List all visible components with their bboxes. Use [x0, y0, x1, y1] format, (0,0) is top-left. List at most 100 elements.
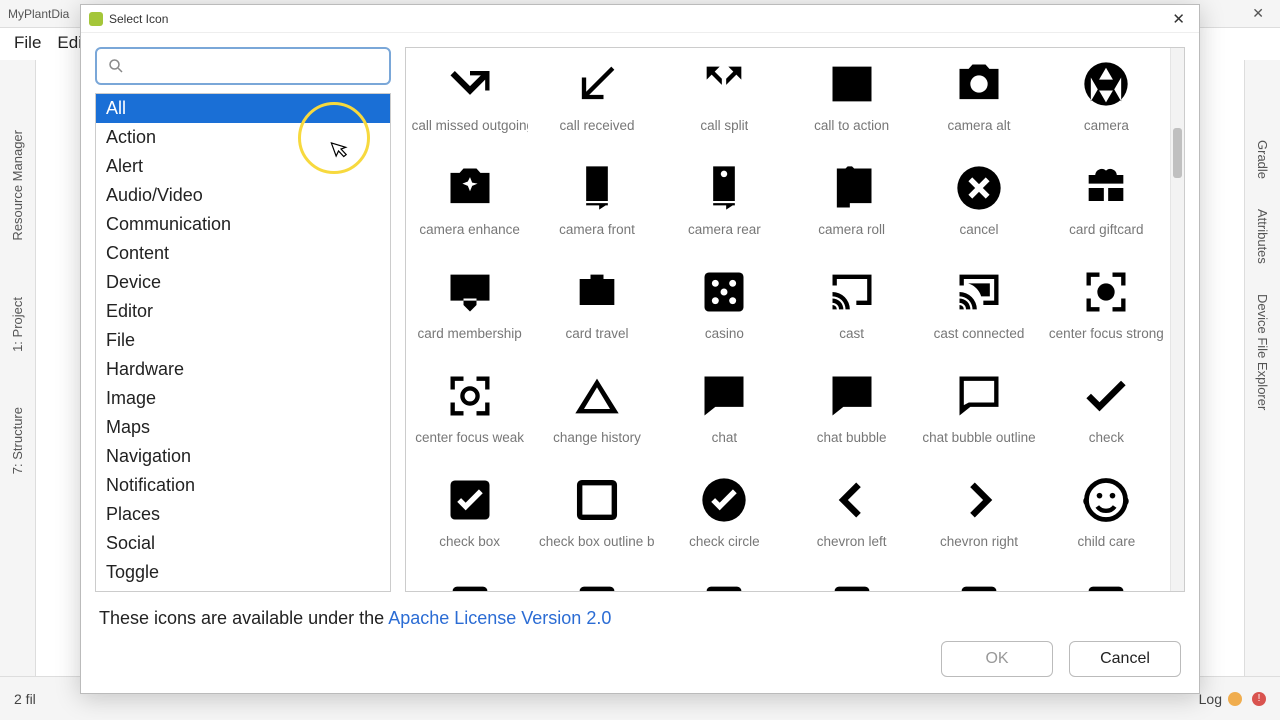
right-tab-device-explorer[interactable]: Device File Explorer: [1255, 294, 1270, 410]
icon-option-check-circle[interactable]: check circle: [661, 466, 788, 570]
category-item-maps[interactable]: Maps: [96, 413, 390, 442]
icon-option-partial[interactable]: [533, 570, 660, 591]
icon-option-card-giftcard[interactable]: card giftcard: [1043, 154, 1170, 258]
category-item-communication[interactable]: Communication: [96, 210, 390, 239]
camera-alt-icon: [949, 54, 1009, 114]
icon-option-cast[interactable]: cast: [788, 258, 915, 362]
icon-option-camera-alt[interactable]: camera alt: [915, 50, 1042, 154]
icon-option-camera-front[interactable]: camera front: [533, 154, 660, 258]
icon-option-casino[interactable]: casino: [661, 258, 788, 362]
icon-label: call split: [700, 118, 748, 133]
category-item-all[interactable]: All: [96, 94, 390, 123]
icon-option-change-history[interactable]: change history: [533, 362, 660, 466]
icon-label: chevron left: [817, 534, 887, 549]
partial-icon: [694, 574, 754, 591]
icon-grid-container: call missed outgoingcall received call sp…: [405, 47, 1185, 592]
category-item-places[interactable]: Places: [96, 500, 390, 529]
icon-option-camera-rear[interactable]: camera rear: [661, 154, 788, 258]
scrollbar-thumb[interactable]: [1173, 128, 1182, 178]
icon-grid[interactable]: call missed outgoingcall received call sp…: [406, 48, 1170, 591]
icon-option-camera[interactable]: camera: [1043, 50, 1170, 154]
status-log[interactable]: Log: [1199, 691, 1222, 707]
license-text: These icons are available under the Apac…: [81, 598, 1199, 635]
android-icon: [89, 12, 103, 26]
icon-option-partial[interactable]: [406, 570, 533, 591]
right-tab-gradle[interactable]: Gradle: [1255, 140, 1270, 179]
icon-option-child-care[interactable]: child care: [1043, 466, 1170, 570]
icon-option-check-box-outline[interactable]: check box outline blank: [533, 466, 660, 570]
icon-label: casino: [705, 326, 744, 341]
check-circle-icon: [694, 470, 754, 530]
icon-label: card membership: [418, 326, 522, 341]
search-icon: [107, 57, 125, 75]
partial-icon: [822, 574, 882, 591]
right-tab-attributes[interactable]: Attributes: [1255, 209, 1270, 264]
icon-option-card-travel[interactable]: card travel: [533, 258, 660, 362]
ok-button[interactable]: OK: [941, 641, 1053, 677]
ide-right-dock: Gradle Attributes Device File Explorer: [1244, 60, 1280, 720]
icon-option-chat-bubble[interactable]: chat bubble: [788, 362, 915, 466]
category-item-editor[interactable]: Editor: [96, 297, 390, 326]
category-item-image[interactable]: Image: [96, 384, 390, 413]
chat-bubble-outline-icon: [949, 366, 1009, 426]
icon-option-call-split[interactable]: call split: [661, 50, 788, 154]
icon-option-chevron-left[interactable]: chevron left: [788, 466, 915, 570]
select-icon-dialog: Select Icon ✕ AllActionAlertAudio/VideoC…: [80, 4, 1200, 694]
icon-option-card-membership[interactable]: card membership: [406, 258, 533, 362]
license-link[interactable]: Apache License Version 2.0: [388, 608, 611, 628]
icon-option-call-to-action[interactable]: call to action: [788, 50, 915, 154]
category-item-navigation[interactable]: Navigation: [96, 442, 390, 471]
left-tab-resource-manager[interactable]: Resource Manager: [10, 130, 25, 241]
icon-option-partial[interactable]: [788, 570, 915, 591]
left-tab-structure[interactable]: 7: Structure: [10, 407, 25, 474]
icon-option-camera-enhance[interactable]: camera enhance: [406, 154, 533, 258]
icon-option-chat-bubble-outline[interactable]: chat bubble outline: [915, 362, 1042, 466]
icon-label: camera rear: [688, 222, 761, 237]
icon-option-check[interactable]: check: [1043, 362, 1170, 466]
dialog-button-row: OK Cancel: [81, 635, 1199, 693]
category-item-device[interactable]: Device: [96, 268, 390, 297]
icon-option-cancel[interactable]: cancel: [915, 154, 1042, 258]
icon-option-partial[interactable]: [661, 570, 788, 591]
icon-option-call-received[interactable]: call received: [533, 50, 660, 154]
ide-close-icon[interactable]: ✕: [1244, 5, 1272, 22]
status-warning-icon[interactable]: [1228, 692, 1242, 706]
menu-file[interactable]: File: [6, 33, 49, 53]
icon-grid-scrollbar[interactable]: [1170, 48, 1184, 591]
icon-option-chevron-right[interactable]: chevron right: [915, 466, 1042, 570]
category-item-social[interactable]: Social: [96, 529, 390, 558]
icon-option-partial[interactable]: [1043, 570, 1170, 591]
category-item-toggle[interactable]: Toggle: [96, 558, 390, 587]
icon-option-camera-roll[interactable]: camera roll: [788, 154, 915, 258]
icon-option-cast-connected[interactable]: cast connected: [915, 258, 1042, 362]
category-item-notification[interactable]: Notification: [96, 471, 390, 500]
category-item-alert[interactable]: Alert: [96, 152, 390, 181]
category-list[interactable]: AllActionAlertAudio/VideoCommunicationCo…: [95, 93, 391, 592]
partial-icon: [1076, 574, 1136, 591]
status-error-icon[interactable]: !: [1252, 692, 1266, 706]
icon-option-chat[interactable]: chat: [661, 362, 788, 466]
category-item-hardware[interactable]: Hardware: [96, 355, 390, 384]
icon-option-check-box[interactable]: check box: [406, 466, 533, 570]
icon-option-call-missed-outgoing[interactable]: call missed outgoing: [406, 50, 533, 154]
icon-option-center-focus-weak[interactable]: center focus weak: [406, 362, 533, 466]
icon-label: card travel: [565, 326, 628, 341]
category-item-action[interactable]: Action: [96, 123, 390, 152]
icon-option-center-focus-strong[interactable]: center focus strong: [1043, 258, 1170, 362]
dialog-close-button[interactable]: ✕: [1166, 10, 1191, 28]
category-item-audio-video[interactable]: Audio/Video: [96, 181, 390, 210]
icon-option-partial[interactable]: [915, 570, 1042, 591]
category-item-file[interactable]: File: [96, 326, 390, 355]
icon-label: camera: [1084, 118, 1129, 133]
cast-icon: [822, 262, 882, 322]
camera-enhance-icon: [440, 158, 500, 218]
check-box-icon: [440, 470, 500, 530]
cancel-button[interactable]: Cancel: [1069, 641, 1181, 677]
icon-label: check box: [439, 534, 500, 549]
left-tab-project[interactable]: 1: Project: [10, 297, 25, 352]
category-item-content[interactable]: Content: [96, 239, 390, 268]
search-box[interactable]: [95, 47, 391, 85]
search-input[interactable]: [133, 58, 379, 75]
icon-label: cancel: [959, 222, 998, 237]
ide-left-dock: Resource Manager 1: Project 7: Structure: [0, 60, 36, 720]
